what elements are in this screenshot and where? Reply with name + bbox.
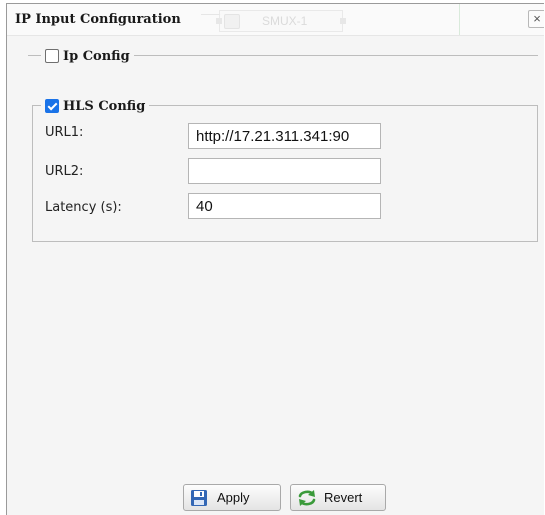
close-button[interactable]: × [528, 10, 544, 28]
url1-input[interactable] [188, 123, 381, 149]
background-connector-line [201, 14, 221, 15]
ip-config-checkbox[interactable] [45, 49, 59, 63]
url1-label: URL1: [45, 125, 84, 140]
ip-config-label: Ip Config [63, 48, 130, 64]
latency-input[interactable] [188, 193, 381, 219]
background-diagram-node: SMUX-1 [216, 10, 346, 32]
hls-config-checkbox[interactable] [45, 99, 59, 113]
url2-input[interactable] [188, 158, 381, 184]
save-icon [190, 489, 208, 507]
dialog-titlebar[interactable]: SMUX-1 IP Input Configuration × [7, 4, 544, 36]
hls-config-legend: HLS Config [41, 97, 150, 115]
background-node-icon [224, 14, 240, 29]
revert-button[interactable]: Revert [290, 484, 386, 511]
revert-icon [297, 489, 316, 507]
ip-config-legend: Ip Config [41, 47, 134, 65]
revert-label: Revert [324, 490, 363, 505]
apply-label: Apply [217, 490, 250, 505]
close-icon: × [533, 11, 541, 26]
hls-config-label: HLS Config [63, 98, 146, 114]
background-node-port [340, 18, 346, 24]
background-node-port [216, 18, 222, 24]
url2-label: URL2: [45, 164, 84, 179]
ip-config-fieldset: Ip Config [28, 47, 538, 65]
background-connector-line [459, 4, 460, 35]
background-node-label: SMUX-1 [262, 14, 308, 28]
latency-label: Latency (s): [45, 200, 122, 215]
apply-button[interactable]: Apply [183, 484, 281, 511]
dialog-title: IP Input Configuration [15, 12, 181, 27]
ip-input-configuration-dialog: SMUX-1 IP Input Configuration × Ip Confi… [6, 3, 544, 515]
